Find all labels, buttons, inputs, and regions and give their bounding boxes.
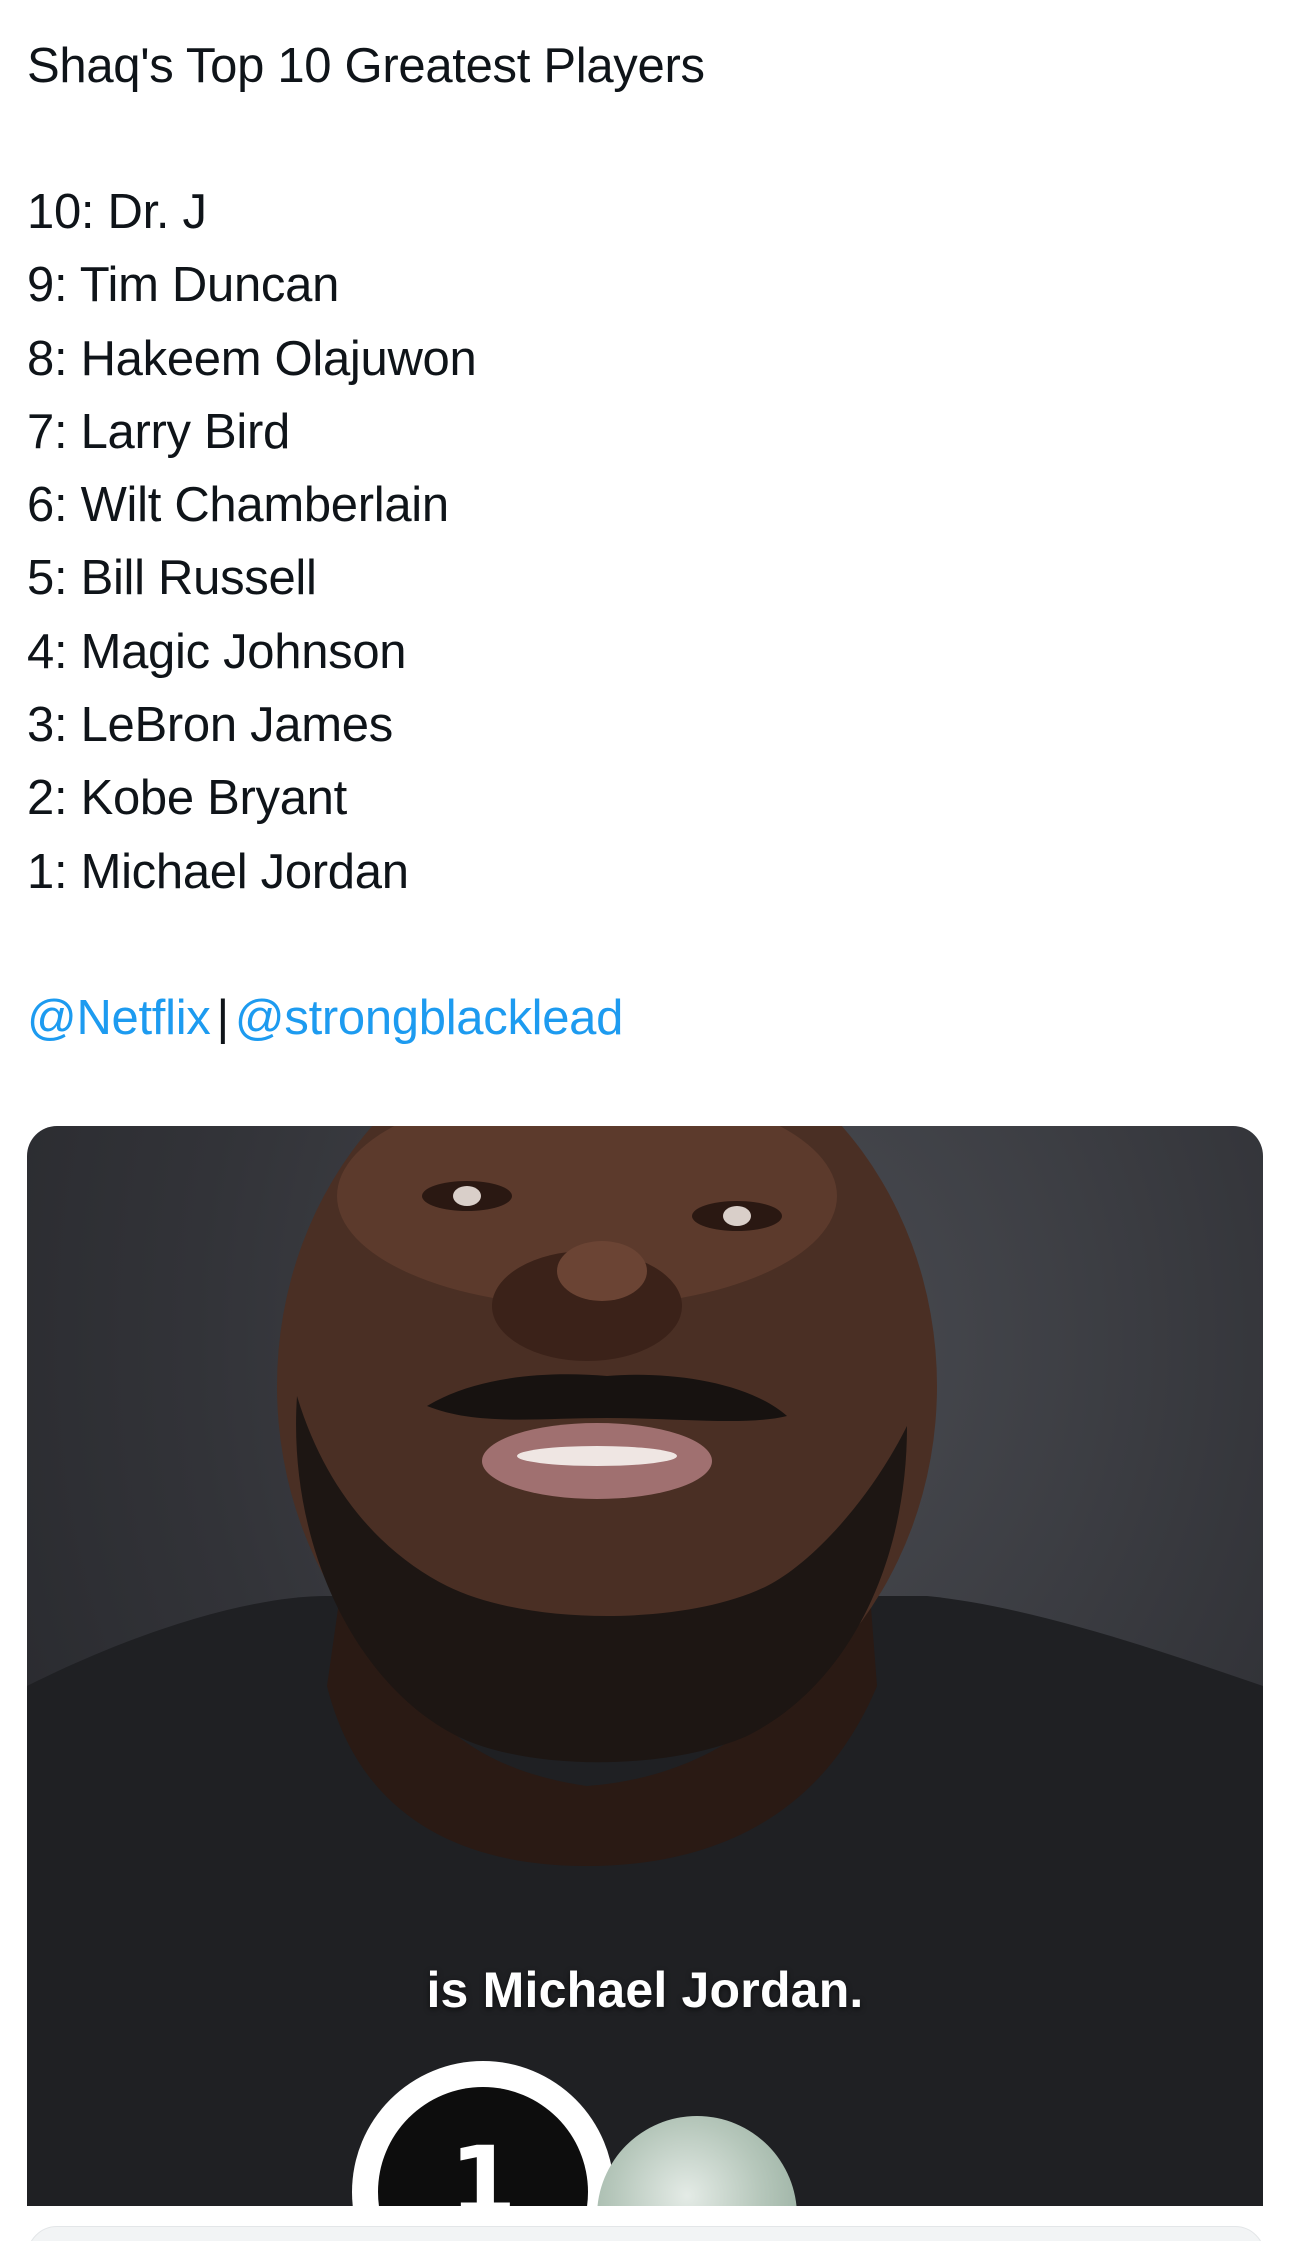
ranking-item: 5: Bill Russell [27,551,317,606]
ranking-item: 4: Magic Johnson [27,624,407,679]
video-frame-illustration [27,1126,1263,2206]
ranking-list: 10: Dr. J 9: Tim Duncan 8: Hakeem Olajuw… [27,176,1262,909]
ranking-item: 3: LeBron James [27,698,393,753]
bottom-bar [0,2206,1289,2241]
ranking-item: 2: Kobe Bryant [27,771,347,826]
ranking-item: 8: Hakeem Olajuwon [27,331,477,386]
video-caption: is Michael Jordan. [426,1962,864,2018]
video-media[interactable]: is Michael Jordan. 1 [27,1126,1263,2206]
ranking-item: 1: Michael Jordan [27,844,409,899]
ranking-item: 10: Dr. J [27,185,207,239]
next-card-edge [27,2226,1265,2241]
ranking-item: 9: Tim Duncan [27,258,340,313]
tweet-title: Shaq's Top 10 Greatest Players [27,39,705,93]
ranking-item: 7: Larry Bird [27,404,290,459]
mention-netflix-link[interactable]: @Netflix [27,991,211,1045]
rank-badge-number: 1 [378,2087,588,2206]
mentions-line: @Netflix | @strongblacklead [27,982,1262,1055]
mention-strongblacklead-link[interactable]: @strongblacklead [235,991,623,1045]
mention-separator: | [216,990,229,1045]
ranking-item: 6: Wilt Chamberlain [27,478,449,533]
tweet-body: Shaq's Top 10 Greatest Players 10: Dr. J… [27,30,1262,1055]
